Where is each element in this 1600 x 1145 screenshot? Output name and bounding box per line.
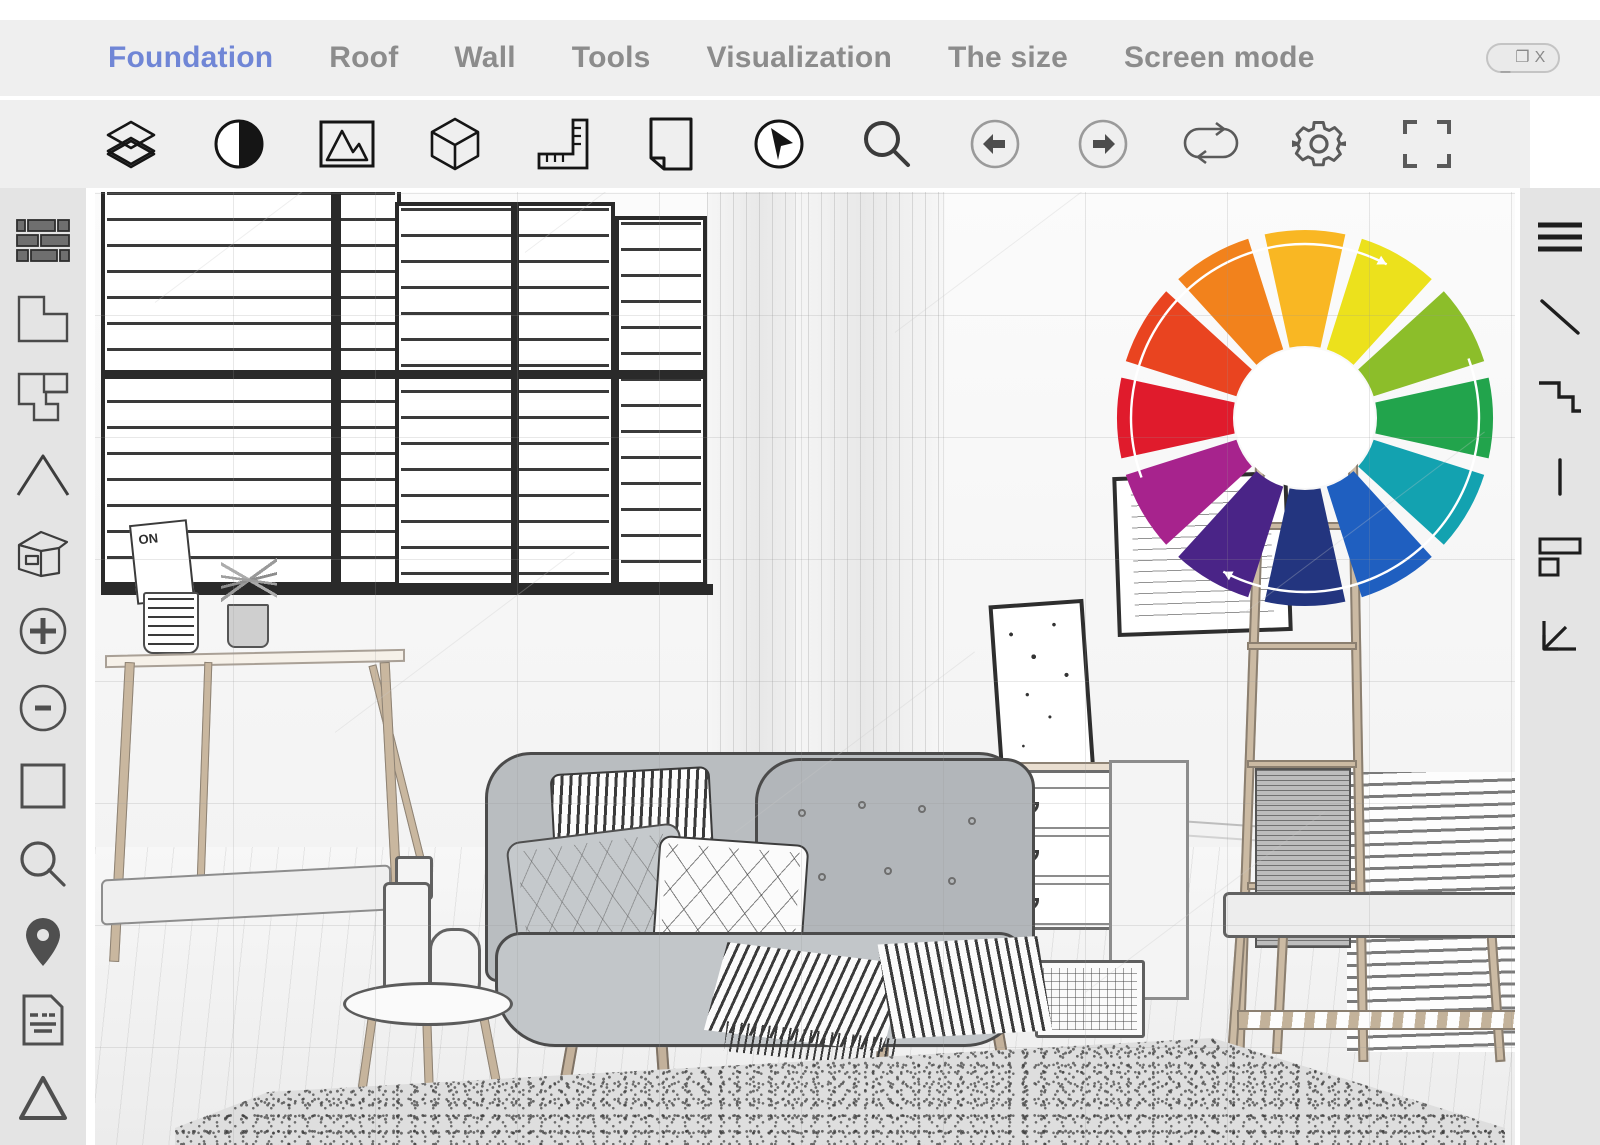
- minimize-icon[interactable]: _: [1501, 55, 1510, 72]
- search-icon[interactable]: [10, 833, 76, 895]
- hamburger-lines-icon[interactable]: [1529, 206, 1591, 268]
- gear-icon[interactable]: [1284, 109, 1354, 179]
- gable-roof-icon[interactable]: [10, 444, 76, 506]
- color-wheel[interactable]: [1115, 228, 1495, 608]
- design-canvas[interactable]: [95, 192, 1515, 1145]
- menu-item-screen-mode[interactable]: Screen mode: [1124, 41, 1315, 75]
- two-rectangles-icon[interactable]: [1529, 526, 1591, 588]
- menu-item-the-size[interactable]: The size: [948, 41, 1068, 75]
- contrast-icon[interactable]: [204, 109, 274, 179]
- vertical-line-icon[interactable]: [1529, 446, 1591, 508]
- document-icon[interactable]: [10, 989, 76, 1051]
- step-line-icon[interactable]: [1529, 366, 1591, 428]
- triangle-icon[interactable]: [10, 1067, 76, 1129]
- arrow-left-circle-icon[interactable]: [960, 109, 1030, 179]
- z-shape-room-icon[interactable]: [10, 366, 76, 428]
- right-toolbar: [1520, 188, 1600, 1145]
- menu-item-foundation[interactable]: Foundation: [108, 41, 273, 75]
- canvas-area[interactable]: [86, 188, 1520, 1145]
- menu-item-roof[interactable]: Roof: [329, 41, 398, 75]
- fullscreen-icon[interactable]: [1392, 109, 1462, 179]
- refresh-loop-icon[interactable]: [1176, 109, 1246, 179]
- close-icon[interactable]: X: [1535, 50, 1546, 66]
- menu-item-tools[interactable]: Tools: [572, 41, 651, 75]
- arrow-right-circle-icon[interactable]: [1068, 109, 1138, 179]
- window-controls: _ ❐ X: [1486, 43, 1560, 73]
- menu-item-visualization[interactable]: Visualization: [707, 41, 892, 75]
- plus-circle-icon[interactable]: [10, 600, 76, 662]
- menu-item-wall[interactable]: Wall: [454, 41, 515, 75]
- left-toolbar: [0, 188, 86, 1145]
- brick-wall-icon[interactable]: [10, 210, 76, 272]
- diagonal-line-icon[interactable]: [1529, 286, 1591, 348]
- cube-icon[interactable]: [420, 109, 490, 179]
- menu-bar: Foundation Roof Wall Tools Visualization…: [0, 20, 1600, 96]
- app-window: Foundation Roof Wall Tools Visualization…: [0, 0, 1600, 1145]
- ruler-icon[interactable]: [528, 109, 598, 179]
- restore-icon[interactable]: ❐: [1515, 50, 1529, 66]
- page-icon[interactable]: [636, 109, 706, 179]
- l-shape-room-icon[interactable]: [10, 288, 76, 350]
- layers-icon[interactable]: [96, 109, 166, 179]
- map-pin-icon[interactable]: [10, 911, 76, 973]
- square-icon[interactable]: [10, 755, 76, 817]
- toolbar: [0, 100, 1530, 188]
- angle-arrow-icon[interactable]: [1529, 606, 1591, 668]
- cursor-icon[interactable]: [744, 109, 814, 179]
- house-3d-icon[interactable]: [10, 522, 76, 584]
- color-wheel-hub: [1235, 348, 1375, 488]
- minus-circle-icon[interactable]: [10, 678, 76, 740]
- magnifier-icon[interactable]: [852, 109, 922, 179]
- image-icon[interactable]: [312, 109, 382, 179]
